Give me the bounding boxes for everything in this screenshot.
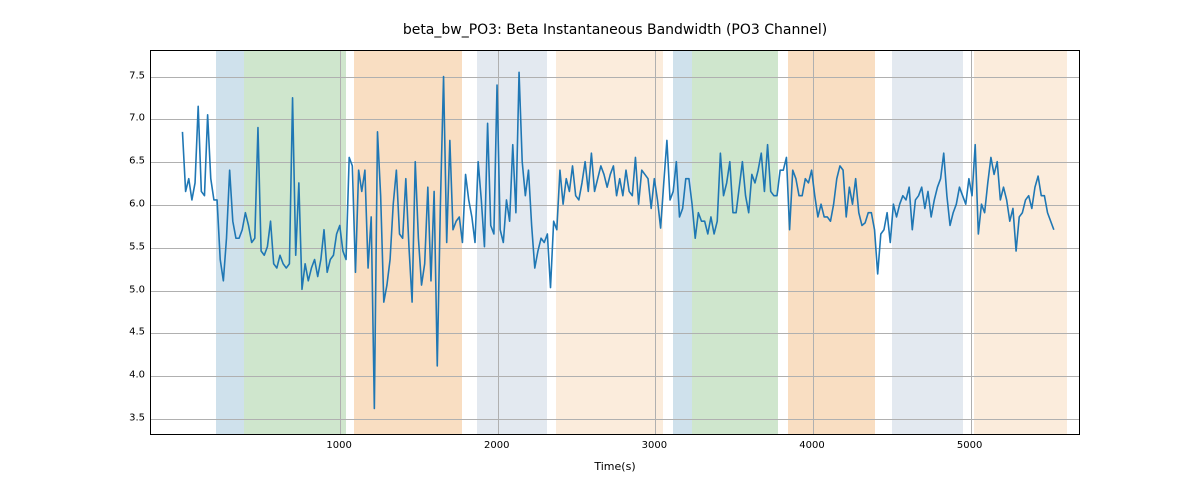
figure: beta_bw_PO3: Beta Instantaneous Bandwidt… bbox=[0, 0, 1200, 500]
x-axis-label: Time(s) bbox=[150, 460, 1080, 473]
plot-area bbox=[150, 50, 1080, 435]
y-tick: 5.5 bbox=[85, 241, 145, 252]
y-tick: 4.5 bbox=[85, 327, 145, 338]
x-tick: 4000 bbox=[782, 440, 842, 451]
y-tick: 4.0 bbox=[85, 370, 145, 381]
y-tick: 7.5 bbox=[85, 70, 145, 81]
x-tick: 3000 bbox=[624, 440, 684, 451]
y-tick: 3.5 bbox=[85, 412, 145, 423]
y-tick: 5.0 bbox=[85, 284, 145, 295]
chart-title: beta_bw_PO3: Beta Instantaneous Bandwidt… bbox=[150, 22, 1080, 38]
x-tick: 1000 bbox=[309, 440, 369, 451]
y-tick: 6.5 bbox=[85, 156, 145, 167]
x-tick: 5000 bbox=[940, 440, 1000, 451]
y-tick: 6.0 bbox=[85, 199, 145, 210]
x-tick: 2000 bbox=[467, 440, 527, 451]
y-axis-label: Hz bbox=[100, 0, 116, 50]
line-series bbox=[151, 51, 1079, 434]
y-tick: 7.0 bbox=[85, 113, 145, 124]
series-beta_bw_PO3 bbox=[182, 72, 1053, 408]
